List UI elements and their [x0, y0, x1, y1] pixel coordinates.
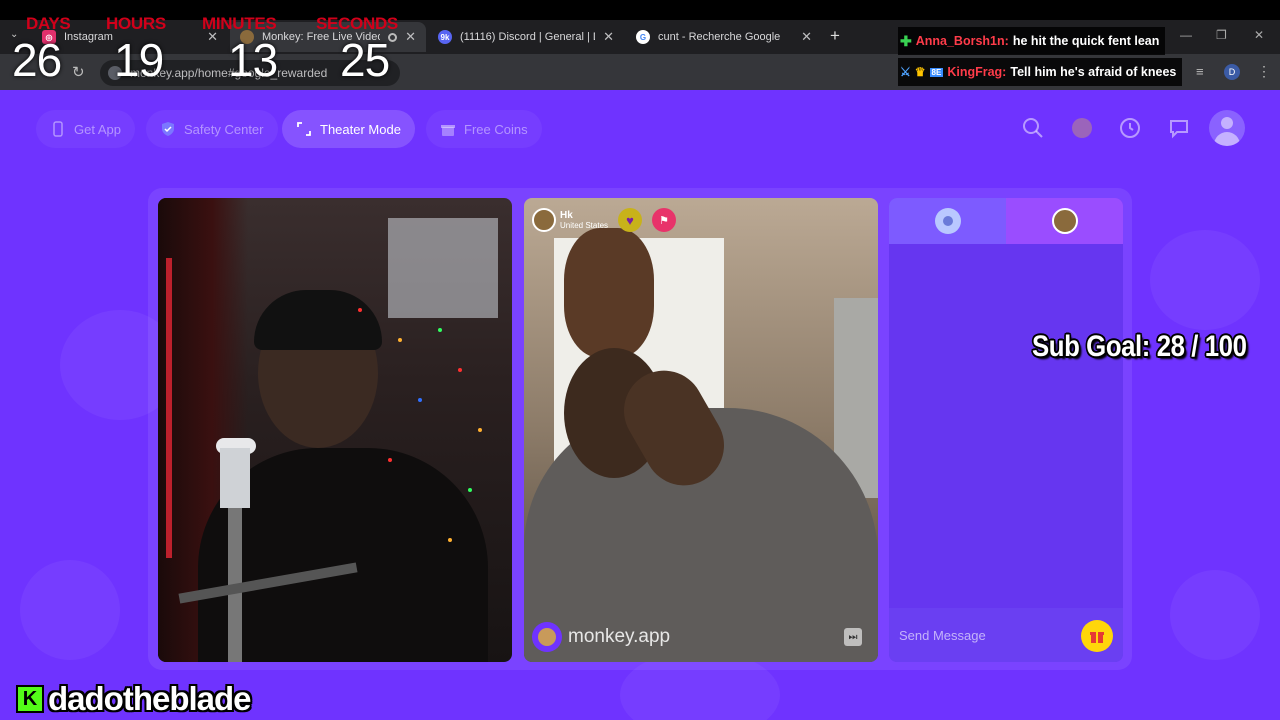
- free-coins-button[interactable]: Free Coins: [426, 110, 542, 148]
- sword-badge-icon: ⚔: [900, 65, 911, 79]
- streamer-handle: K dadotheblade: [16, 680, 252, 718]
- minimize-icon[interactable]: —: [1180, 28, 1192, 42]
- tab-close-icon[interactable]: ✕: [405, 29, 416, 45]
- monkey-watermark: monkey.app: [532, 622, 670, 652]
- countdown-days-label: DAYS: [26, 14, 71, 33]
- new-tab-plus-icon[interactable]: +: [830, 26, 840, 46]
- phone-icon: [53, 121, 63, 137]
- discord-icon: 9k: [438, 30, 452, 44]
- crown-badge-icon: ♛: [914, 65, 926, 79]
- remote-video: Hk United States ♥ ⚑ monkey.app ⏭: [524, 198, 878, 662]
- get-app-label: Get App: [74, 121, 121, 137]
- countdown-hours: 19: [114, 34, 164, 86]
- local-video: [158, 198, 512, 662]
- search-icon[interactable]: [1021, 116, 1045, 140]
- theater-mode-button[interactable]: Theater Mode: [282, 110, 415, 148]
- countdown-minutes: 13: [228, 34, 278, 86]
- profile-icon[interactable]: D: [1224, 64, 1240, 80]
- tab-discord[interactable]: 9k (11116) Discord | General | DAD ✕: [428, 22, 624, 52]
- tab-title: (11116) Discord | General | DAD: [460, 31, 595, 43]
- handle-text: dadotheblade: [48, 680, 252, 717]
- expand-icon: [297, 122, 311, 136]
- free-coins-label: Free Coins: [464, 121, 528, 137]
- screen: ⌄ ◎ Instagram ✕ Monkey: Free Live Video …: [0, 0, 1280, 720]
- chat-tab-profile[interactable]: [889, 198, 1006, 244]
- monkey-logo-icon: [532, 622, 562, 652]
- chat-panel: Send Message: [889, 198, 1123, 662]
- like-heart-icon[interactable]: ♥: [618, 208, 643, 232]
- remote-location: United States: [560, 221, 609, 230]
- tab-close-icon[interactable]: ✕: [801, 29, 812, 45]
- stream-chat-line: ✚ Anna_Borsh1n: he hit the quick fent le…: [898, 27, 1166, 55]
- close-window-icon[interactable]: ✕: [1254, 28, 1264, 42]
- theater-mode-label: Theater Mode: [320, 121, 401, 137]
- menu-kebab-icon[interactable]: ⋮: [1257, 63, 1271, 80]
- countdown-minutes-label: MINUTES: [202, 14, 277, 33]
- chat-username: Anna_Borsh1n:: [915, 34, 1009, 48]
- media-queue-icon[interactable]: ≡: [1196, 64, 1204, 79]
- send-message-input[interactable]: Send Message: [889, 608, 1123, 662]
- sub-badge-icon: 8E: [929, 67, 944, 77]
- countdown-seconds-label: SECONDS: [316, 14, 398, 33]
- clock-icon[interactable]: [1118, 116, 1142, 140]
- countdown-seconds: 25: [340, 34, 390, 86]
- get-app-button[interactable]: Get App: [36, 110, 135, 148]
- remote-avatar: [532, 208, 556, 232]
- tab-title: cunt - Recherche Google: [658, 31, 781, 43]
- restore-icon[interactable]: ❐: [1216, 28, 1227, 42]
- chat-bubble-icon[interactable]: [1167, 116, 1191, 140]
- safety-center-button[interactable]: Safety Center: [146, 110, 278, 148]
- tab-close-icon[interactable]: ✕: [603, 29, 614, 45]
- monkey-site: Get App Safety Center Theater Mode Free …: [0, 90, 1280, 720]
- stream-chat-line: ⚔ ♛ 8E KingFrag: Tell him he's afraid of…: [898, 58, 1183, 86]
- remote-user-info: Hk United States ♥ ⚑: [532, 208, 677, 232]
- google-icon: G: [636, 30, 650, 44]
- shield-check-icon: [162, 122, 174, 136]
- chat-username: KingFrag:: [947, 65, 1007, 79]
- report-icon[interactable]: ⚑: [652, 208, 677, 232]
- watermark-text: monkey.app: [568, 626, 671, 647]
- countdown-hours-label: HOURS: [106, 14, 166, 33]
- remote-username: Hk: [560, 210, 573, 221]
- gift-icon[interactable]: [1081, 620, 1113, 652]
- send-message-placeholder: Send Message: [899, 627, 986, 643]
- user-profile-icon: [934, 208, 961, 234]
- chat-message: he hit the quick fent lean: [1012, 34, 1160, 48]
- chat-message: Tell him he's afraid of knees: [1010, 65, 1177, 79]
- chat-tab-partner[interactable]: [1006, 198, 1123, 244]
- tab-google[interactable]: G cunt - Recherche Google ✕: [626, 22, 822, 52]
- reload-icon[interactable]: ↻: [72, 63, 85, 81]
- safety-center-label: Safety Center: [184, 121, 264, 137]
- green-plus-badge-icon: ✚: [900, 32, 912, 49]
- gift-box-icon: [441, 125, 455, 136]
- coin-icon[interactable]: [1070, 116, 1094, 140]
- user-avatar-icon[interactable]: [1209, 110, 1245, 146]
- partner-avatar-icon: [1051, 208, 1078, 234]
- skip-next-icon[interactable]: ⏭: [844, 628, 862, 646]
- countdown-days: 26: [12, 34, 62, 86]
- kick-logo-icon: K: [16, 685, 44, 713]
- sub-goal-overlay: Sub Goal: 28 / 100: [1032, 330, 1247, 363]
